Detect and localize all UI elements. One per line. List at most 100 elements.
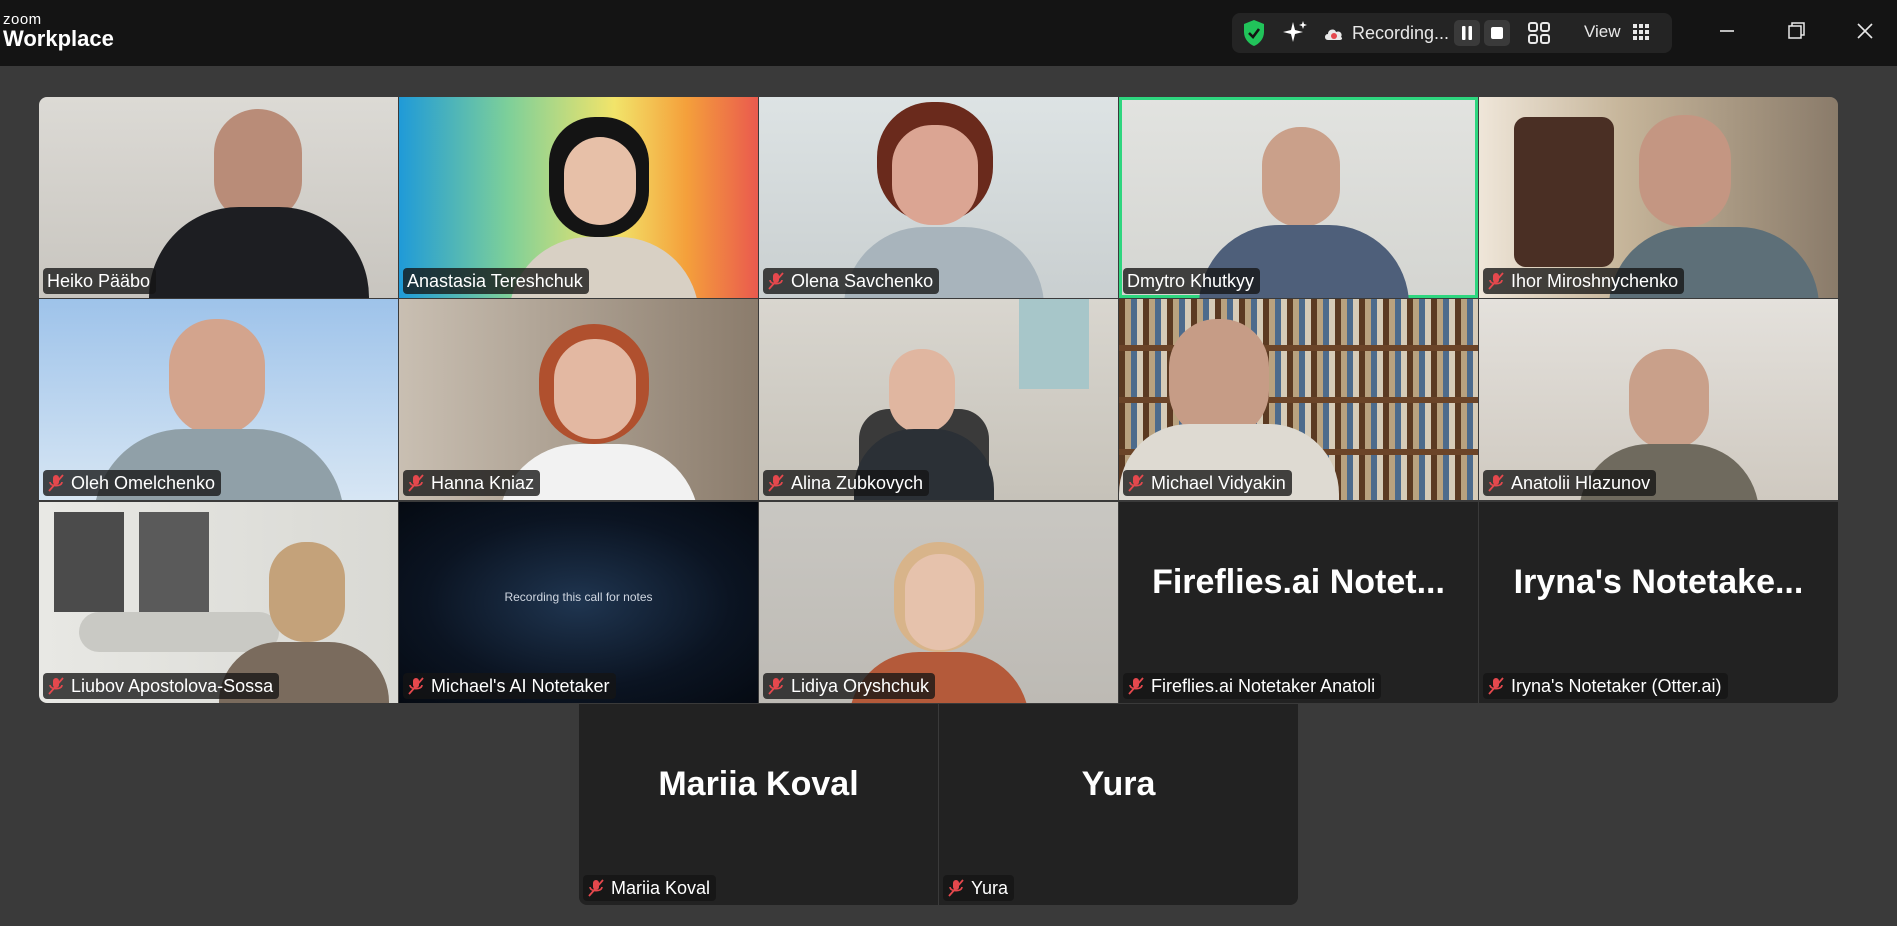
name-label: Yura (943, 875, 1015, 901)
name-label: Michael Vidyakin (1123, 470, 1292, 496)
participant-video (1262, 127, 1340, 227)
ai-sparkle-icon[interactable] (1280, 18, 1310, 48)
participant-name: Yura (971, 877, 1009, 898)
stop-icon (1491, 27, 1503, 39)
video-tile-iryna-notetaker[interactable]: Iryna's Notetake... Iryna's Notetaker (O… (1479, 502, 1838, 703)
view-button[interactable]: View (1584, 22, 1621, 42)
name-label: Hanna Kniaz (403, 470, 541, 496)
title-bar: zoom Workplace Recording... View (0, 0, 1897, 66)
muted-mic-icon (48, 474, 64, 492)
participant-name: Iryna's Notetaker (Otter.ai) (1511, 675, 1722, 696)
participant-name: Fireflies.ai Notetaker Anatoli (1151, 675, 1376, 696)
close-icon[interactable] (1848, 16, 1882, 46)
video-tile-heiko[interactable]: Heiko Pääbo (39, 97, 398, 298)
name-label: Heiko Pääbo (43, 268, 157, 294)
logo-workplace-text: Workplace (3, 26, 114, 51)
participant-video (169, 319, 265, 435)
name-label: Liubov Apostolova-Sossa (43, 673, 280, 699)
avatar-name-display: Mariia Koval (658, 765, 859, 803)
participant-name: Mariia Koval (611, 877, 711, 898)
muted-mic-icon (1128, 474, 1144, 492)
muted-mic-icon (408, 677, 424, 695)
participant-name: Michael Vidyakin (1151, 472, 1286, 493)
video-tile-olena[interactable]: Olena Savchenko (759, 97, 1118, 298)
participant-name: Heiko Pääbo (47, 270, 151, 291)
participant-name: Lidiya Oryshchuk (791, 675, 930, 696)
video-tile-liubov[interactable]: Liubov Apostolova-Sossa (39, 502, 398, 703)
name-label: Ihor Miroshnychenko (1483, 268, 1685, 294)
name-label: Fireflies.ai Notetaker Anatoli (1123, 673, 1382, 699)
name-label: Lidiya Oryshchuk (763, 673, 936, 699)
participant-video (1639, 115, 1731, 227)
name-label: Alina Zubkovych (763, 470, 930, 496)
muted-mic-icon (588, 879, 604, 897)
participant-video (269, 542, 345, 642)
muted-mic-icon (768, 677, 784, 695)
participant-name: Olena Savchenko (791, 270, 934, 291)
restore-icon[interactable] (1779, 16, 1813, 46)
avatar-name-display: Fireflies.ai Notet... (1152, 563, 1445, 601)
avatar-name-display: Yura (1081, 765, 1156, 803)
name-label: Anatolii Hlazunov (1483, 470, 1657, 496)
name-label: Mariia Koval (583, 875, 717, 901)
muted-mic-icon (1488, 272, 1504, 290)
participant-video (1169, 319, 1269, 439)
participant-name: Oleh Omelchenko (71, 472, 216, 493)
video-tile-anastasia[interactable]: Anastasia Tereshchuk (399, 97, 758, 298)
name-label: Iryna's Notetaker (Otter.ai) (1483, 673, 1728, 699)
video-tile-anatolii[interactable]: Anatolii Hlazunov (1479, 299, 1838, 500)
muted-mic-icon (768, 474, 784, 492)
window-frame (139, 512, 209, 612)
muted-mic-icon (768, 272, 784, 290)
name-label: Oleh Omelchenko (43, 470, 222, 496)
participant-name: Hanna Kniaz (431, 472, 535, 493)
participant-name: Dmytro Khutkyy (1127, 270, 1255, 291)
participant-name: Anastasia Tereshchuk (407, 270, 583, 291)
pause-icon (1462, 26, 1472, 40)
gallery-layout-icon[interactable] (1524, 18, 1554, 48)
video-tile-dmytro-active-speaker[interactable]: Dmytro Khutkyy (1119, 97, 1478, 298)
video-tile-alina[interactable]: Alina Zubkovych (759, 299, 1118, 500)
recording-status: Recording... (1352, 23, 1450, 43)
name-label: Michael's AI Notetaker (403, 673, 616, 699)
muted-mic-icon (1128, 677, 1144, 695)
video-tile-oleh[interactable]: Oleh Omelchenko (39, 299, 398, 500)
participant-name: Ihor Miroshnychenko (1511, 270, 1679, 291)
participant-video (214, 109, 302, 221)
pause-recording-button[interactable] (1454, 20, 1480, 46)
name-label: Olena Savchenko (763, 268, 940, 294)
participant-shoulders (149, 207, 369, 298)
avatar-name-display: Iryna's Notetake... (1513, 563, 1804, 601)
video-tile-lidiya[interactable]: Lidiya Oryshchuk (759, 502, 1118, 703)
video-tile-hanna[interactable]: Hanna Kniaz (399, 299, 758, 500)
participant-video (905, 554, 975, 650)
muted-mic-icon (408, 474, 424, 492)
name-label: Anastasia Tereshchuk (403, 268, 589, 294)
stop-recording-button[interactable] (1484, 20, 1510, 46)
shield-check-icon[interactable] (1240, 18, 1268, 48)
participant-video (892, 125, 978, 225)
video-tile-michael-v[interactable]: Michael Vidyakin (1119, 299, 1478, 500)
video-tile-michaels-ai-notetaker[interactable]: Recording this call for notes Michael's … (399, 502, 758, 703)
muted-mic-icon (48, 677, 64, 695)
muted-mic-icon (948, 879, 964, 897)
name-label: Dmytro Khutkyy (1123, 268, 1261, 294)
video-tile-yura[interactable]: Yura Yura (939, 704, 1298, 905)
wall-picture (1019, 299, 1089, 389)
participant-video (554, 339, 636, 439)
conference-table (79, 612, 279, 652)
grid-icon[interactable] (1630, 21, 1652, 43)
logo-zoom-text: zoom (3, 11, 42, 28)
video-tile-mariia[interactable]: Mariia Koval Mariia Koval (579, 704, 938, 905)
muted-mic-icon (1488, 474, 1504, 492)
participant-video (1629, 349, 1709, 449)
participant-name: Alina Zubkovych (791, 472, 924, 493)
minimize-icon[interactable] (1710, 16, 1744, 46)
cloud-record-icon (1322, 22, 1346, 44)
video-tile-fireflies-notetaker[interactable]: Fireflies.ai Notet... Fireflies.ai Notet… (1119, 502, 1478, 703)
zoom-workplace-logo: zoom Workplace (3, 12, 114, 50)
video-tile-ihor[interactable]: Ihor Miroshnychenko (1479, 97, 1838, 298)
participant-name: Liubov Apostolova-Sossa (71, 675, 274, 696)
participant-name: Anatolii Hlazunov (1511, 472, 1651, 493)
participant-chair (1514, 117, 1614, 267)
